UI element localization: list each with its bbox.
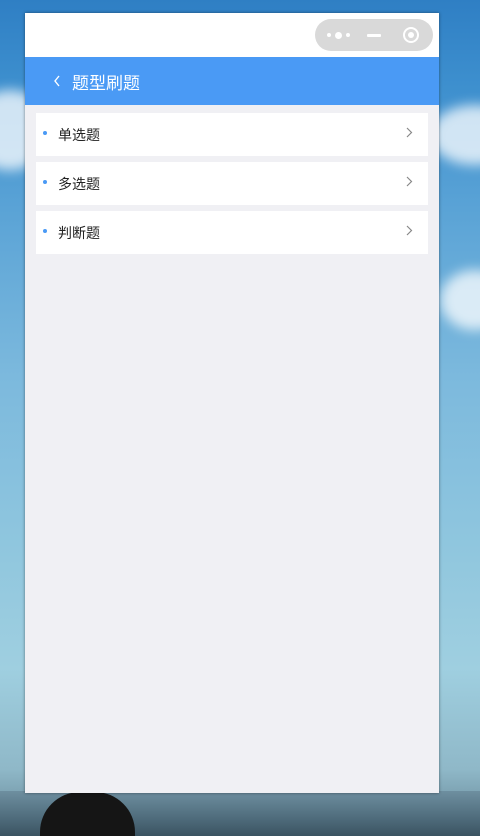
bullet-dot-icon <box>43 228 47 233</box>
chevron-right-icon <box>406 225 413 236</box>
page-title: 题型刷题 <box>72 73 140 94</box>
close-circle-icon[interactable] <box>392 19 430 51</box>
capsule-menu <box>315 19 433 51</box>
chevron-right-icon <box>406 176 413 187</box>
back-button[interactable] <box>31 57 69 105</box>
list-item-single-choice[interactable]: 单选题 <box>36 113 428 156</box>
bullet-dot-icon <box>43 179 47 184</box>
list-item-label: 单选题 <box>58 127 100 144</box>
list-item-label: 判断题 <box>58 225 100 242</box>
mini-program-window: 题型刷题 单选题 多选题 判断题 <box>25 13 439 793</box>
bullet-dot-icon <box>43 130 47 135</box>
list-item-true-false[interactable]: 判断题 <box>36 211 428 254</box>
question-type-list: 单选题 多选题 判断题 <box>36 113 428 260</box>
more-dots-icon[interactable] <box>319 19 357 51</box>
list-item-label: 多选题 <box>58 176 100 193</box>
window-top-bar <box>25 13 439 57</box>
chevron-left-icon <box>54 75 60 87</box>
minimize-icon[interactable] <box>355 19 393 51</box>
list-item-multiple-choice[interactable]: 多选题 <box>36 162 428 205</box>
nav-header: 题型刷题 <box>25 57 439 105</box>
chevron-right-icon <box>406 127 413 138</box>
